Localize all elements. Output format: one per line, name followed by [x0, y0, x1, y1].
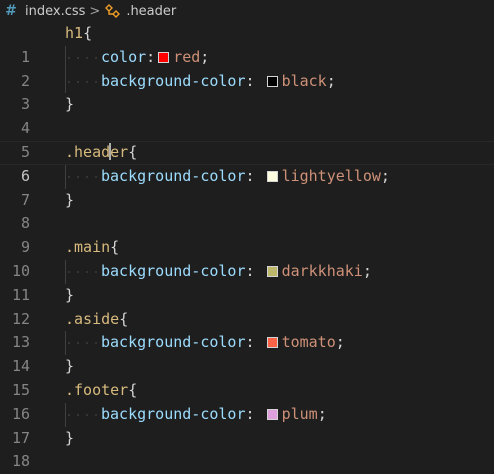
color-swatch[interactable]	[266, 408, 278, 420]
css-property: background-color	[101, 333, 246, 352]
code-editor[interactable]: # index.css > .header 1 h1{ 2 color: red;	[0, 0, 494, 474]
open-brace: {	[83, 24, 93, 42]
color-swatch[interactable]	[158, 51, 170, 63]
css-value: red	[173, 47, 201, 66]
semicolon: ;	[335, 333, 345, 352]
open-brace: {	[128, 380, 138, 399]
colon: :	[245, 333, 255, 352]
breadcrumb: # index.css > .header	[0, 0, 494, 22]
open-brace: {	[119, 309, 129, 328]
semicolon: ;	[200, 47, 210, 66]
css-value: darkkhaki	[281, 261, 363, 280]
semicolon: ;	[326, 71, 336, 90]
code-line[interactable]: 1 h1{	[0, 22, 494, 66]
css-value: tomato	[281, 333, 336, 352]
code-line[interactable]: 9	[0, 212, 494, 256]
code-line[interactable]: 2 color: red;	[0, 46, 494, 90]
css-selector-rest: er	[110, 142, 129, 161]
open-brace: {	[128, 142, 138, 161]
css-value: black	[281, 71, 327, 90]
code-line[interactable]: 11 background-color: darkkhaki;	[0, 260, 494, 304]
css-selector-icon	[104, 3, 122, 19]
color-swatch[interactable]	[266, 337, 278, 349]
code-line[interactable]: 13 .aside{	[0, 308, 494, 352]
close-brace: }	[65, 428, 75, 447]
css-property: background-color	[101, 166, 246, 185]
code-line[interactable]: 16 .footer{	[0, 379, 494, 423]
colon: :	[245, 404, 255, 423]
code-line[interactable]: 18 }	[0, 427, 494, 471]
close-brace: }	[65, 357, 75, 376]
css-property: background-color	[101, 261, 246, 280]
code-line[interactable]: 3 background-color: black;	[0, 70, 494, 114]
line-number: 18	[11, 452, 30, 471]
open-brace: {	[110, 238, 120, 257]
code-line[interactable]: 7 background-color: lightyellow;	[0, 165, 494, 209]
css-selector: .head	[65, 142, 111, 161]
semicolon: ;	[317, 404, 327, 423]
colon: :	[146, 47, 156, 66]
color-swatch[interactable]	[266, 265, 278, 277]
colon: :	[245, 71, 255, 90]
css-property: color	[101, 47, 147, 66]
code-line[interactable]: 15 }	[0, 355, 494, 399]
css-property: background-color	[101, 404, 246, 423]
colon: :	[245, 166, 255, 185]
code-line[interactable]: 12 }	[0, 284, 494, 328]
close-brace: }	[65, 95, 75, 114]
css-value: plum	[281, 404, 318, 423]
semicolon: ;	[362, 261, 372, 280]
css-selector: h1	[65, 24, 84, 42]
code-line-current[interactable]: 6 .header{	[0, 141, 494, 185]
close-brace: }	[65, 190, 75, 209]
css-selector: .aside	[65, 309, 120, 328]
code-line[interactable]: 5	[0, 117, 494, 161]
close-brace: }	[65, 285, 75, 304]
color-swatch[interactable]	[266, 170, 278, 182]
css-value: lightyellow	[281, 166, 381, 185]
css-property: background-color	[101, 71, 246, 90]
code-line[interactable]: 4 }	[0, 93, 494, 137]
semicolon: ;	[380, 166, 390, 185]
css-selector: .footer	[65, 380, 129, 399]
code-area[interactable]: 1 h1{ 2 color: red; 3 background-color: b…	[0, 22, 494, 471]
code-line[interactable]: 14 background-color: tomato;	[0, 331, 494, 375]
breadcrumb-separator: >	[89, 3, 101, 19]
code-line[interactable]: 17 background-color: plum;	[0, 403, 494, 447]
color-swatch[interactable]	[266, 75, 278, 87]
breadcrumb-symbol[interactable]: .header	[126, 4, 176, 19]
breadcrumb-file[interactable]: index.css	[25, 4, 85, 19]
colon: :	[245, 261, 255, 280]
css-file-icon: #	[5, 3, 17, 19]
code-line[interactable]: 8 }	[0, 189, 494, 233]
code-line[interactable]: 10 .main{	[0, 236, 494, 280]
css-selector: .main	[65, 238, 111, 257]
